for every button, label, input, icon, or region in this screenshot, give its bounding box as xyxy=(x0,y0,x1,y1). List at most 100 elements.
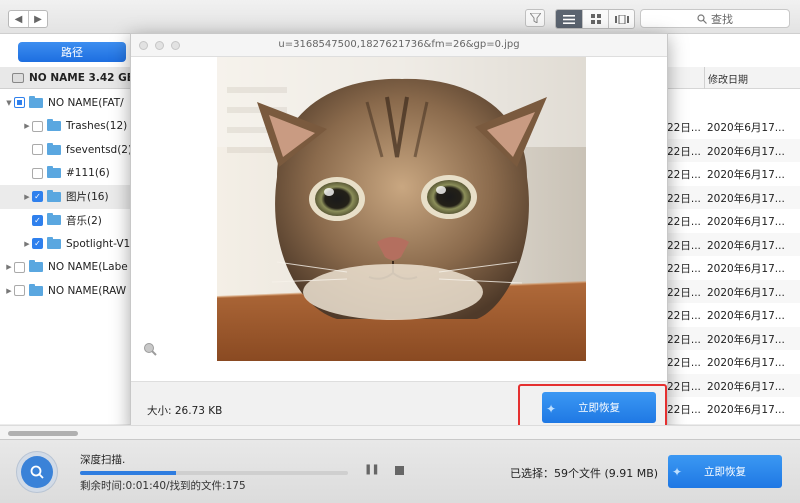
modified-date-cell: 2020年6月17... xyxy=(707,145,785,158)
preview-titlebar: u=3168547500,1827621736&fm=26&gp=0.jpg xyxy=(131,34,667,57)
created-date-cell: 22日... xyxy=(667,380,701,393)
created-date-cell: 22日... xyxy=(667,357,701,369)
modified-date-cell: 2020年6月17... xyxy=(707,239,785,252)
toolbar: ◀ ▶ 查找 xyxy=(0,0,800,34)
scrollbar-thumb[interactable] xyxy=(8,431,78,436)
checkbox[interactable] xyxy=(14,261,25,273)
grid-squares-icon xyxy=(590,14,601,24)
modified-date-cell: 2020年6月17... xyxy=(707,263,785,275)
modified-date-cell: 2020年6月17... xyxy=(707,310,785,322)
recover-now-label: 立即恢复 xyxy=(704,466,746,478)
search-icon xyxy=(697,13,707,24)
folder-icon xyxy=(47,166,61,179)
modified-date-cell: 2020年6月17... xyxy=(707,216,785,228)
magnifier-icon xyxy=(30,465,44,479)
magic-wand-icon: ✦ xyxy=(546,402,557,416)
coverflow-icon xyxy=(614,14,629,24)
modified-date-cell: 2020年6月17... xyxy=(707,122,785,134)
checkbox[interactable] xyxy=(14,285,25,297)
path-tab[interactable]: 路径 xyxy=(18,42,126,62)
scan-progress-bar xyxy=(80,471,348,475)
tree-item-label: #111(6) xyxy=(66,167,110,180)
tree-item-label: NO NAME(RAW xyxy=(48,284,127,297)
tree-item-label: 图片(16) xyxy=(66,191,109,204)
preview-filename: u=3168547500,1827621736&fm=26&gp=0.jpg xyxy=(278,39,520,50)
file-size-label: 大小: 26.73 KB xyxy=(147,405,223,417)
stop-icon[interactable] xyxy=(395,466,404,475)
filter-icon[interactable] xyxy=(525,9,545,27)
created-date-cell: 22日... xyxy=(667,404,701,416)
remaining-time-text: 剩余时间:0:01:40/找到的文件:175 xyxy=(80,480,246,492)
scan-status-label: 深度扫描. xyxy=(80,454,126,466)
scan-progress-ring xyxy=(16,451,58,493)
modified-date-cell: 2020年6月17... xyxy=(707,380,785,393)
pause-icon[interactable]: ❚❚ xyxy=(364,464,380,475)
list-lines-icon xyxy=(563,14,575,24)
bottom-bar: 深度扫描. 剩余时间:0:01:40/找到的文件:175 ❚❚ 已选择：59个文… xyxy=(0,439,800,503)
created-date-cell: 22日... xyxy=(667,333,701,346)
chevron-right-icon[interactable]: ▶ xyxy=(28,11,47,27)
tree-item-label: NO NAME(FAT/ xyxy=(48,96,124,109)
list-view-icon[interactable] xyxy=(556,10,582,28)
tree-item-label: Spotlight-V1 xyxy=(66,237,131,250)
recover-now-button[interactable]: ✦ 立即恢复 xyxy=(668,455,782,488)
folder-icon xyxy=(29,95,43,108)
zoom-icon[interactable] xyxy=(143,342,157,356)
checkbox[interactable] xyxy=(14,97,25,109)
volume-label: NO NAME 3.42 GB xyxy=(29,71,135,84)
preview-recover-label: 立即恢复 xyxy=(578,402,620,414)
tree-item-label: 音乐(2) xyxy=(66,214,102,227)
checkbox[interactable] xyxy=(32,120,43,132)
cat-photo xyxy=(217,57,586,361)
chevron-left-icon[interactable]: ◀ xyxy=(9,11,28,27)
created-date-cell: 22日... xyxy=(667,145,701,158)
folder-icon xyxy=(47,189,61,202)
tree-item-label: fseventsd(2) xyxy=(66,143,133,156)
search-placeholder: 查找 xyxy=(711,12,733,26)
modified-date-cell: 2020年6月17... xyxy=(707,333,785,346)
horizontal-scrollbar[interactable] xyxy=(0,425,800,439)
modified-date-cell: 2020年6月17... xyxy=(707,192,785,205)
funnel-icon xyxy=(529,13,541,23)
checkbox[interactable]: ✓ xyxy=(32,214,43,226)
preview-image xyxy=(217,57,586,361)
disclosure-right-icon[interactable]: ▶ xyxy=(22,240,32,248)
modified-date-cell: 2020年6月17... xyxy=(707,357,785,369)
tree-item-label: Trashes(12) xyxy=(66,120,128,133)
search-input[interactable]: 查找 xyxy=(640,9,790,28)
folder-icon xyxy=(47,142,61,155)
preview-window: u=3168547500,1827621736&fm=26&gp=0.jpg 大… xyxy=(130,33,668,433)
nav-buttons: ◀ ▶ xyxy=(8,10,48,28)
created-date-cell: 22日... xyxy=(667,239,701,252)
column-modified-date[interactable]: 修改日期 xyxy=(704,67,748,89)
checkbox[interactable]: ✓ xyxy=(32,238,43,250)
disclosure-right-icon[interactable]: ▶ xyxy=(22,122,32,130)
view-mode-group xyxy=(555,9,635,29)
disclosure-right-icon[interactable]: ▶ xyxy=(4,263,14,271)
disk-icon xyxy=(12,72,24,83)
checkbox[interactable] xyxy=(32,167,43,179)
folder-icon xyxy=(47,119,61,132)
folder-icon xyxy=(29,260,43,273)
disclosure-right-icon[interactable]: ▶ xyxy=(22,193,32,201)
disclosure-down-icon[interactable]: ▼ xyxy=(4,99,14,107)
created-date-cell: 22日... xyxy=(667,122,701,134)
modified-date-cell: 2020年6月17... xyxy=(707,404,785,416)
magic-wand-icon: ✦ xyxy=(672,465,683,479)
coverflow-view-icon[interactable] xyxy=(608,10,634,28)
preview-recover-button[interactable]: ✦ 立即恢复 xyxy=(542,392,656,423)
checkbox[interactable] xyxy=(32,144,43,156)
recover-highlight-box: ✦ 立即恢复 xyxy=(518,384,667,430)
grid-view-icon[interactable] xyxy=(582,10,608,28)
folder-icon xyxy=(29,283,43,296)
disclosure-right-icon[interactable]: ▶ xyxy=(4,287,14,295)
created-date-cell: 22日... xyxy=(667,310,701,322)
tree-item-label: NO NAME(Labe xyxy=(48,261,128,274)
created-date-cell: 22日... xyxy=(667,192,701,205)
created-date-cell: 22日... xyxy=(667,169,701,181)
modified-date-cell: 2020年6月17... xyxy=(707,169,785,181)
checkbox[interactable]: ✓ xyxy=(32,191,43,203)
created-date-cell: 22日... xyxy=(667,216,701,228)
scan-progress-fill xyxy=(80,471,177,475)
selected-summary: 已选择：59个文件 (9.91 MB) xyxy=(510,467,659,480)
